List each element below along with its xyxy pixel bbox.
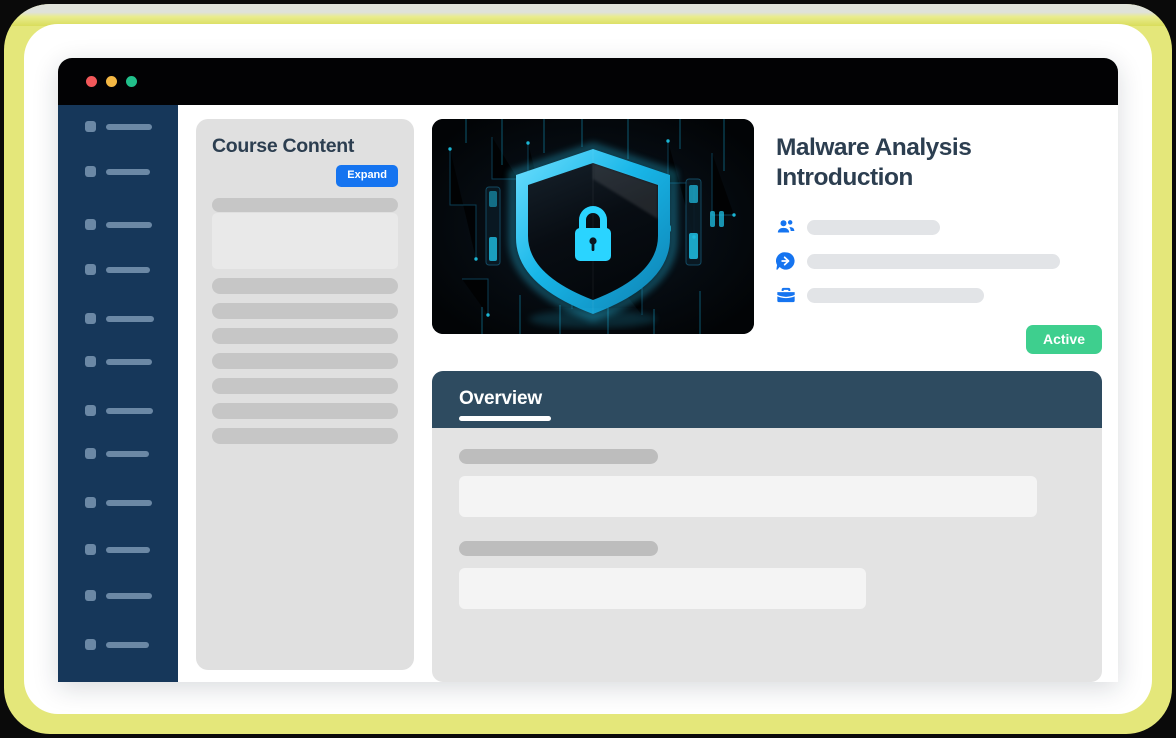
sidebar-item-icon xyxy=(85,448,96,459)
sidebar-item-label-placeholder xyxy=(106,546,150,553)
sidebar-item-label-placeholder xyxy=(106,499,152,506)
sidebar-item-label-placeholder xyxy=(106,407,153,414)
sidebar-item-6[interactable] xyxy=(58,356,178,367)
users-icon xyxy=(776,217,796,237)
sidebar-item-icon xyxy=(85,639,96,650)
status-badge-row: Active xyxy=(776,325,1102,354)
sidebar-item-label-placeholder xyxy=(106,641,149,648)
overview-header: Overview xyxy=(432,371,1102,428)
sidebar-item-icon xyxy=(85,166,96,177)
course-skeleton-row-8[interactable] xyxy=(212,403,398,419)
sidebar-nav xyxy=(58,105,178,682)
sidebar-item-8[interactable] xyxy=(58,448,178,459)
course-skeleton-row-7[interactable] xyxy=(212,378,398,394)
course-skeleton-head-1[interactable] xyxy=(212,198,398,212)
course-hero-image xyxy=(432,119,754,334)
sidebar-item-label-placeholder xyxy=(106,168,150,175)
overview-field-label-placeholder xyxy=(459,449,658,464)
meta-value-placeholder xyxy=(807,287,984,303)
course-meta-block: Malware Analysis Introduction Active xyxy=(776,119,1102,354)
course-detail-column: Malware Analysis Introduction Active Ove… xyxy=(432,119,1102,682)
meta-row-2 xyxy=(776,251,1102,271)
sidebar-item-label-placeholder xyxy=(106,266,150,273)
expand-button-row: Expand xyxy=(212,165,398,187)
sidebar-item-11[interactable] xyxy=(58,590,178,601)
meta-value-placeholder xyxy=(807,253,1060,269)
frame-top-gloss xyxy=(4,4,1172,26)
hero-row: Malware Analysis Introduction Active xyxy=(432,119,1102,354)
expand-button[interactable]: Expand xyxy=(336,165,398,187)
briefcase-icon xyxy=(776,285,796,305)
sidebar-item-icon xyxy=(85,219,96,230)
meta-row-3 xyxy=(776,285,1102,305)
overview-title-underline xyxy=(459,416,551,421)
overview-panel: Overview xyxy=(432,371,1102,682)
browser-window: Course Content Expand Malware Analysis I… xyxy=(58,58,1118,682)
overview-input-field[interactable] xyxy=(459,568,866,609)
meta-value-placeholder xyxy=(807,219,940,235)
sidebar-item-icon xyxy=(85,544,96,555)
sidebar-item-icon xyxy=(85,590,96,601)
minimize-button[interactable] xyxy=(106,76,117,87)
meta-list xyxy=(776,217,1102,305)
overview-field-label-placeholder xyxy=(459,541,658,556)
sidebar-item-12[interactable] xyxy=(58,639,178,650)
meta-row-1 xyxy=(776,217,1102,237)
sidebar-item-icon xyxy=(85,356,96,367)
course-content-title: Course Content xyxy=(212,135,355,157)
sidebar-item-5[interactable] xyxy=(58,313,178,324)
overview-title: Overview xyxy=(459,388,542,409)
sidebar-item-3[interactable] xyxy=(58,219,178,230)
course-skeleton-row-4[interactable] xyxy=(212,303,398,319)
sidebar-item-label-placeholder xyxy=(106,450,149,457)
course-skeleton-row-9[interactable] xyxy=(212,428,398,444)
sidebar-item-icon xyxy=(85,264,96,275)
arrow-circle-right-icon xyxy=(776,251,796,271)
sidebar-item-10[interactable] xyxy=(58,544,178,555)
page-title: Malware Analysis Introduction xyxy=(776,134,972,191)
window-body: Course Content Expand Malware Analysis I… xyxy=(58,105,1118,682)
close-button[interactable] xyxy=(86,76,97,87)
sidebar-item-4[interactable] xyxy=(58,264,178,275)
overview-input-field[interactable] xyxy=(459,476,1037,517)
overview-field-group-2 xyxy=(459,541,1075,609)
sidebar-item-2[interactable] xyxy=(58,166,178,177)
window-titlebar xyxy=(58,58,1118,105)
sidebar-item-label-placeholder xyxy=(106,358,152,365)
sidebar-item-label-placeholder xyxy=(106,123,152,130)
course-skeleton-row-6[interactable] xyxy=(212,353,398,369)
maximize-button[interactable] xyxy=(126,76,137,87)
sidebar-item-icon xyxy=(85,313,96,324)
sidebar-item-icon xyxy=(85,405,96,416)
status-badge[interactable]: Active xyxy=(1025,325,1102,354)
sidebar-item-icon xyxy=(85,497,96,508)
sidebar-item-7[interactable] xyxy=(58,405,178,416)
sidebar-item-label-placeholder xyxy=(106,592,152,599)
sidebar-item-label-placeholder xyxy=(106,315,154,322)
course-skeleton-panel-2 xyxy=(212,213,398,269)
course-skeleton-row-3[interactable] xyxy=(212,278,398,294)
sidebar-item-1[interactable] xyxy=(58,121,178,132)
main-content: Course Content Expand Malware Analysis I… xyxy=(178,105,1118,682)
overview-body xyxy=(432,428,1102,609)
sidebar-item-icon xyxy=(85,121,96,132)
course-skeleton-row-5[interactable] xyxy=(212,328,398,344)
sidebar-item-9[interactable] xyxy=(58,497,178,508)
course-content-panel: Course Content Expand xyxy=(196,119,414,670)
sidebar-item-label-placeholder xyxy=(106,221,152,228)
overview-field-group-1 xyxy=(459,449,1075,517)
course-skeleton-list xyxy=(212,198,398,444)
